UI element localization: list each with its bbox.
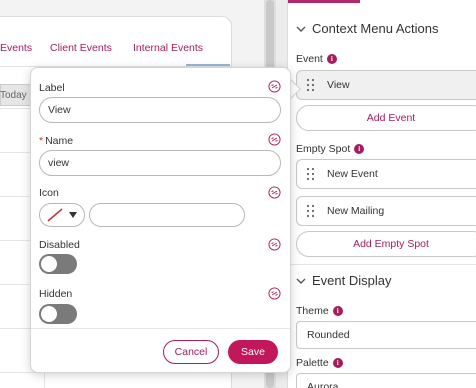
empty-spot-label: Empty Spot i xyxy=(296,143,365,155)
data-binding-icon[interactable] xyxy=(268,238,281,251)
cancel-button[interactable]: Cancel xyxy=(163,340,219,364)
palette-select[interactable]: Aurora xyxy=(296,373,476,388)
section-title: Event Display xyxy=(312,273,392,288)
add-empty-spot-button[interactable]: Add Empty Spot xyxy=(296,231,476,257)
palette-label: Palette i xyxy=(296,357,343,369)
theme-label-text: Theme xyxy=(296,305,329,317)
today-label: Today xyxy=(0,90,27,101)
no-color-swatch-icon xyxy=(47,208,63,222)
event-edit-popover: Label View * Name view Icon Disabled Hidd… xyxy=(30,67,291,373)
disabled-field-label: Disabled xyxy=(39,239,80,251)
label-field-label: Label xyxy=(39,82,65,94)
chevron-down-icon xyxy=(296,278,306,284)
event-row[interactable]: View xyxy=(296,70,476,100)
data-binding-icon[interactable] xyxy=(268,80,281,93)
name-field-label: * Name xyxy=(39,135,73,147)
drag-handle-icon[interactable] xyxy=(305,167,317,181)
empty-spot-row-label: New Mailing xyxy=(327,205,385,217)
event-label-text: Event xyxy=(296,53,323,65)
section-divider xyxy=(288,264,476,265)
empty-spot-label-text: Empty Spot xyxy=(296,143,351,155)
toggle-knob xyxy=(41,306,57,322)
panel-active-tab-indicator xyxy=(288,0,360,3)
event-label: Event i xyxy=(296,53,337,65)
drag-handle-icon[interactable] xyxy=(305,78,317,92)
icon-field-label: Icon xyxy=(39,187,59,199)
info-icon[interactable]: i xyxy=(326,54,337,64)
hidden-field-label: Hidden xyxy=(39,288,73,300)
empty-spot-row-label: New Event xyxy=(327,168,378,180)
chevron-down-icon xyxy=(296,26,306,32)
caret-down-icon xyxy=(69,212,77,218)
tab-events[interactable]: Events xyxy=(0,42,32,54)
add-event-button[interactable]: Add Event xyxy=(296,105,476,131)
event-row-label: View xyxy=(327,79,350,91)
tab-internal-events[interactable]: Internal Events xyxy=(133,42,203,54)
context-menu-section-header[interactable]: Context Menu Actions xyxy=(296,21,438,36)
required-mark: * xyxy=(39,135,44,147)
popover-footer-divider xyxy=(31,328,290,329)
info-icon[interactable]: i xyxy=(332,306,343,316)
tab-client-events[interactable]: Client Events xyxy=(50,42,112,54)
icon-input[interactable] xyxy=(89,203,245,227)
info-icon[interactable]: i xyxy=(332,358,343,368)
label-input[interactable]: View xyxy=(39,97,281,123)
disabled-toggle[interactable] xyxy=(39,254,77,274)
section-title: Context Menu Actions xyxy=(312,21,439,36)
event-display-section-header[interactable]: Event Display xyxy=(296,273,391,288)
theme-select[interactable]: Rounded xyxy=(296,321,476,349)
drag-handle-icon[interactable] xyxy=(305,204,317,218)
empty-spot-row[interactable]: New Event xyxy=(296,159,476,189)
name-input[interactable]: view xyxy=(39,150,281,176)
hidden-toggle[interactable] xyxy=(39,304,77,324)
palette-label-text: Palette xyxy=(296,357,329,369)
name-field-label-text: Name xyxy=(45,135,74,147)
data-binding-icon[interactable] xyxy=(268,133,281,146)
info-icon[interactable]: i xyxy=(354,144,365,154)
save-button[interactable]: Save xyxy=(228,340,278,364)
toggle-knob xyxy=(41,256,57,272)
theme-label: Theme i xyxy=(296,305,343,317)
data-binding-icon[interactable] xyxy=(268,287,281,300)
data-binding-icon[interactable] xyxy=(268,186,281,199)
properties-panel: Context Menu Actions Event i View Add Ev… xyxy=(287,0,476,388)
icon-color-picker[interactable] xyxy=(39,203,85,227)
empty-spot-row[interactable]: New Mailing xyxy=(296,196,476,226)
